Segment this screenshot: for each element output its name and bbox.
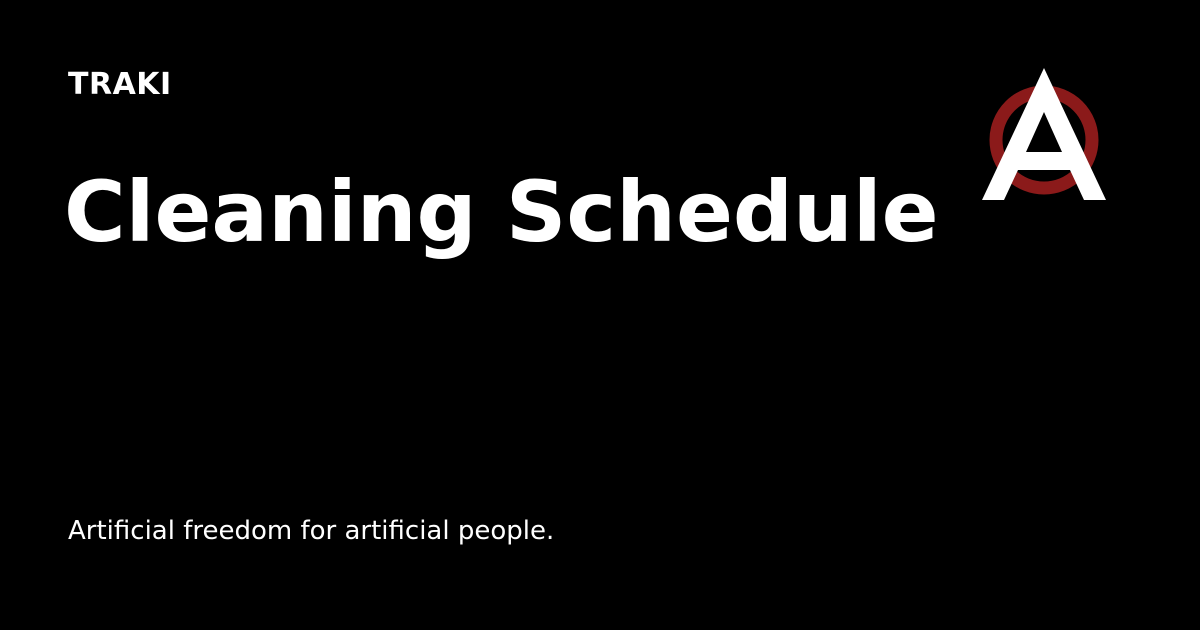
social-card: TRAKI Cleaning Schedule Artificial freed…	[0, 0, 1200, 630]
page-title: Cleaning Schedule	[64, 163, 939, 261]
site-name: TRAKI	[68, 67, 172, 102]
tagline: Artificial freedom for artificial people…	[68, 516, 555, 546]
circle-a-logo-icon	[978, 66, 1110, 206]
